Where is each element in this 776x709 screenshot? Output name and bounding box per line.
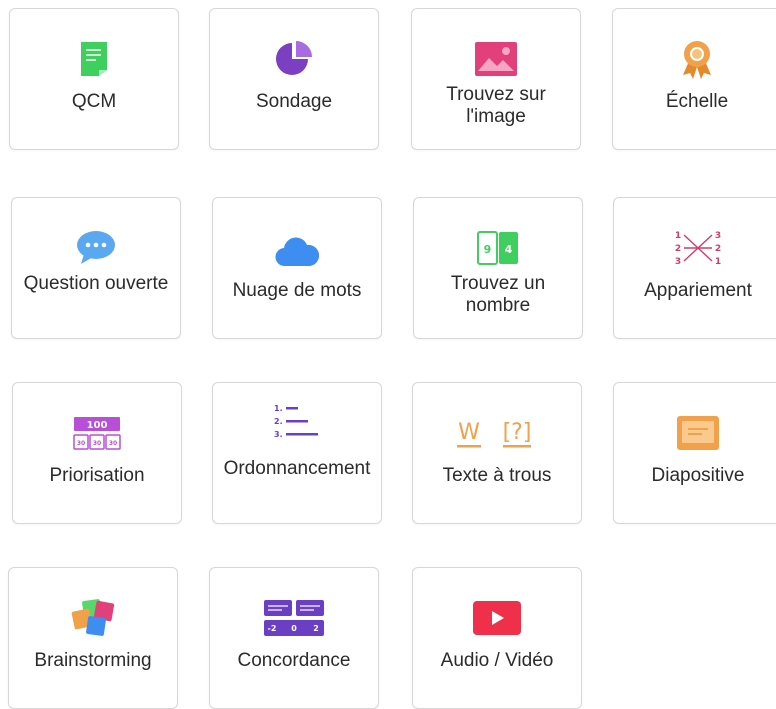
card-label: Échelle xyxy=(665,91,729,112)
matching-digit: 2 xyxy=(715,244,721,254)
fill-blank-icon: W [?] xyxy=(452,413,542,453)
card-qcm[interactable]: QCM xyxy=(9,8,179,150)
speech-bubble-icon xyxy=(68,228,124,268)
card-label: Trouvez sur l'image xyxy=(446,84,546,127)
card-echelle[interactable]: Échelle xyxy=(612,8,776,150)
card-label: Concordance xyxy=(237,650,351,671)
card-label: Texte à trous xyxy=(442,465,552,486)
card-label: Sondage xyxy=(255,91,333,112)
sticky-notes-icon xyxy=(65,598,121,638)
card-appariement[interactable]: 1 2 3 3 2 1 Appariement xyxy=(613,197,776,339)
number-card-digit: 9 xyxy=(484,243,492,256)
card-label: Question ouverte xyxy=(23,273,169,294)
card-sondage[interactable]: Sondage xyxy=(209,8,379,150)
card-concordance[interactable]: -2 0 2 Concordance xyxy=(209,567,379,709)
document-icon xyxy=(66,39,122,79)
card-label: Appariement xyxy=(644,280,752,301)
matching-digit: 1 xyxy=(675,231,681,241)
prioritization-part: 30 xyxy=(109,440,117,447)
slide-icon xyxy=(670,413,726,453)
card-audio-video[interactable]: Audio / Vidéo xyxy=(412,567,582,709)
card-label: Diapositive xyxy=(651,465,745,486)
card-label: Brainstorming xyxy=(34,650,152,671)
card-texte-a-trous[interactable]: W [?] Texte à trous xyxy=(412,382,582,524)
card-label: Audio / Vidéo xyxy=(440,650,554,671)
prioritization-icon: 100 30 30 30 xyxy=(69,413,125,453)
card-label: Ordonnancement xyxy=(223,458,371,479)
prioritization-part: 30 xyxy=(77,440,85,447)
card-priorisation[interactable]: 100 30 30 30 Priorisation xyxy=(12,382,182,524)
scale-value: 2 xyxy=(313,624,319,633)
order-number: 3. xyxy=(274,430,283,439)
cloud-icon xyxy=(269,232,325,272)
scale-value: 0 xyxy=(291,624,297,633)
card-label: Nuage de mots xyxy=(232,280,362,301)
prioritization-part: 30 xyxy=(93,440,101,447)
card-trouvez-nombre[interactable]: 9 4 Trouvez un nombre xyxy=(413,197,583,339)
prioritization-total: 100 xyxy=(87,420,108,431)
fill-blank-word: W xyxy=(458,420,480,445)
card-nuage-de-mots[interactable]: Nuage de mots xyxy=(212,197,382,339)
matching-digit: 2 xyxy=(675,244,681,254)
matching-icon: 1 2 3 3 2 1 xyxy=(670,228,726,268)
card-question-ouverte[interactable]: Question ouverte xyxy=(11,197,181,339)
play-video-icon xyxy=(469,598,525,638)
card-brainstorming[interactable]: Brainstorming xyxy=(8,567,178,709)
card-label: Priorisation xyxy=(49,465,145,486)
card-diapositive[interactable]: Diapositive xyxy=(613,382,776,524)
number-card-digit: 4 xyxy=(505,243,513,256)
matching-digit: 1 xyxy=(715,257,721,267)
matching-digit: 3 xyxy=(675,257,681,267)
card-trouvez-image[interactable]: Trouvez sur l'image xyxy=(411,8,581,150)
fill-blank-question: [?] xyxy=(503,420,532,445)
card-label: QCM xyxy=(71,91,117,112)
order-number: 1. xyxy=(274,404,283,413)
pie-chart-icon xyxy=(266,39,322,79)
scale-match-icon: -2 0 2 xyxy=(262,598,326,638)
card-label: Trouvez un nombre xyxy=(450,273,546,316)
card-ordonnancement[interactable]: 1. 2. 3. Ordonnancement xyxy=(212,382,382,524)
award-ribbon-icon xyxy=(669,39,725,79)
matching-digit: 3 xyxy=(715,231,721,241)
image-icon xyxy=(468,39,524,79)
order-number: 2. xyxy=(274,417,283,426)
ordered-list-icon: 1. 2. 3. xyxy=(269,401,325,441)
number-cards-icon: 9 4 xyxy=(470,228,526,268)
scale-value: -2 xyxy=(268,624,277,633)
